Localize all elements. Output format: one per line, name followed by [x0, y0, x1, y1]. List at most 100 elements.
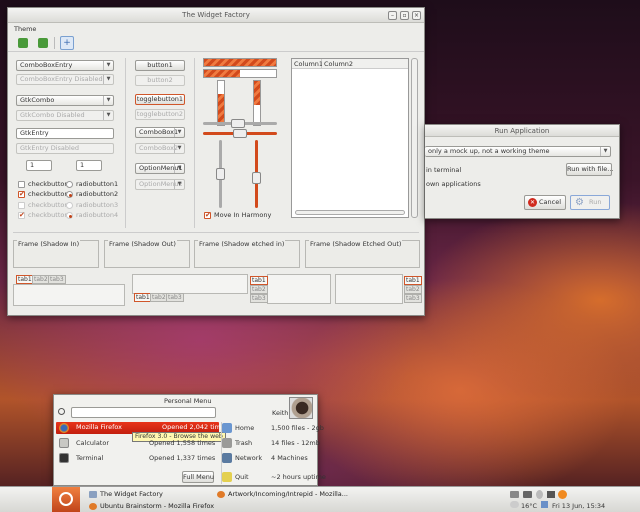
next-icon[interactable] — [38, 38, 48, 48]
hscale-2[interactable] — [203, 129, 277, 138]
combo-box-1[interactable]: ComboBox1 ▼ — [135, 127, 185, 138]
spin-button-1[interactable]: 1 — [26, 160, 52, 171]
network-tray-icon[interactable] — [510, 491, 519, 498]
radiobutton-3 — [66, 202, 73, 209]
full-menu-button[interactable]: Full Menu — [182, 471, 214, 483]
dialog-titlebar[interactable]: Run Application — [425, 125, 619, 137]
vertical-separator — [194, 58, 195, 228]
volume-tray-icon[interactable] — [547, 491, 555, 498]
checkbutton-2[interactable] — [18, 190, 25, 198]
frame-label: Frame (Shadow In) — [17, 240, 81, 248]
place-info: 14 files - 12mb — [271, 439, 320, 447]
tab-2[interactable]: tab2 — [404, 285, 422, 294]
run-in-terminal-label[interactable]: in terminal — [426, 166, 461, 174]
app-name[interactable]: Calculator — [76, 437, 109, 450]
power-tray-icon[interactable] — [523, 491, 532, 498]
notebook-left — [267, 274, 331, 304]
trash-icon — [222, 438, 232, 448]
tab-3[interactable]: tab3 — [48, 275, 66, 284]
togglebutton-2: togglebutton2 — [135, 109, 185, 120]
window-titlebar[interactable]: The Widget Factory — [8, 8, 424, 23]
update-tray-icon[interactable] — [558, 490, 567, 499]
vscale-1[interactable] — [216, 140, 225, 208]
task-firefox-brainstorm[interactable]: Ubuntu Brainstorm - Mozilla Firefox — [88, 501, 214, 512]
gtk-entry[interactable]: GtkEntry — [16, 128, 114, 139]
cancel-icon: ✕ — [528, 198, 537, 207]
button-1[interactable]: button1 — [135, 60, 185, 71]
tab-2[interactable]: tab2 — [32, 275, 50, 284]
chevron-down-icon: ▼ — [174, 180, 184, 189]
gtk-combo-disabled: GtkCombo Disabled ▼ — [16, 110, 114, 121]
notebook-bottom — [132, 274, 248, 294]
button-2: button2 — [135, 75, 185, 86]
radiobutton-4 — [66, 212, 73, 219]
toolbar-separator — [54, 37, 55, 49]
place-name[interactable]: Home — [235, 422, 254, 435]
bulb-tray-icon[interactable] — [536, 490, 543, 499]
known-applications-label[interactable]: own applications — [426, 180, 481, 188]
progress-bar-horizontal-2 — [203, 69, 277, 78]
place-name[interactable]: Network — [235, 452, 262, 465]
place-name[interactable]: Quit — [235, 471, 249, 484]
radiobutton-2-label: radiobutton2 — [76, 190, 119, 198]
combo-box-entry-disabled: ComboBoxEntry Disabled ▼ — [16, 74, 114, 85]
chevron-down-icon: ▼ — [174, 164, 184, 173]
tab-3[interactable]: tab3 — [166, 293, 184, 302]
checkbutton-1[interactable] — [18, 181, 25, 188]
move-in-harmony-label: Move In Harmony — [214, 211, 272, 219]
quit-icon — [222, 472, 232, 482]
tab-2[interactable]: tab2 — [250, 285, 268, 294]
tab-2[interactable]: tab2 — [150, 293, 168, 302]
tab-3[interactable]: tab3 — [404, 294, 422, 303]
close-icon[interactable]: × — [412, 11, 421, 20]
tab-1[interactable]: tab1 — [16, 275, 34, 284]
progress-bar-horizontal — [203, 58, 277, 67]
run-application-dialog: Run Application only a mock up, not a wo… — [425, 124, 620, 219]
task-firefox-artwork[interactable]: Artwork/Incoming/Intrepid - Mozilla... — [216, 489, 348, 500]
vscrollbar[interactable] — [411, 58, 418, 218]
previous-icon[interactable] — [18, 38, 28, 48]
gtk-combo[interactable]: GtkCombo ▼ — [16, 95, 114, 106]
frame-label: Frame (Shadow Out) — [108, 240, 177, 248]
run-with-file-button[interactable]: Run with file... — [566, 163, 613, 176]
column-header-1[interactable]: Column1 — [292, 59, 323, 69]
hscale-1[interactable] — [203, 119, 277, 128]
search-input[interactable] — [71, 407, 216, 418]
frame-label: Frame (Shadow Etched Out) — [309, 240, 403, 248]
gear-icon: ⚙ — [575, 197, 584, 208]
task-widget-factory[interactable]: The Widget Factory — [88, 489, 163, 500]
ubuntu-menu-button[interactable] — [52, 487, 80, 512]
column-header-2[interactable]: Column2 — [322, 59, 408, 69]
firefox-icon — [89, 503, 97, 510]
vscale-2[interactable] — [252, 140, 261, 208]
app-name[interactable]: Terminal — [76, 452, 103, 465]
search-icon — [58, 408, 65, 415]
clock[interactable]: Fri 13 Jun, 15:34 — [552, 502, 605, 510]
tab-1[interactable]: tab1 — [250, 276, 268, 285]
add-icon[interactable]: + — [60, 36, 74, 50]
tab-1[interactable]: tab1 — [404, 276, 422, 285]
radiobutton-4-label: radiobutton4 — [76, 211, 119, 219]
cancel-button[interactable]: ✕ Cancel — [524, 195, 566, 210]
move-in-harmony-checkbox[interactable] — [204, 211, 211, 219]
place-name[interactable]: Trash — [235, 437, 252, 450]
spin-button-2[interactable]: 1 — [76, 160, 102, 171]
place-info: 4 Machines — [271, 454, 308, 462]
hscrollbar[interactable] — [295, 210, 405, 215]
tab-3[interactable]: tab3 — [250, 294, 268, 303]
maximize-icon[interactable]: ▫ — [400, 11, 409, 20]
minimize-icon[interactable]: – — [388, 11, 397, 20]
togglebutton-1[interactable]: togglebutton1 — [135, 94, 185, 105]
app-count: Opened 1,337 times — [149, 454, 216, 462]
command-combo[interactable]: only a mock up, not a working theme ▼ — [425, 146, 611, 157]
radiobutton-2[interactable] — [66, 191, 73, 198]
radiobutton-1[interactable] — [66, 181, 73, 188]
tree-view[interactable]: Column1 Column2 — [291, 58, 409, 218]
progress-bar-vertical — [217, 80, 225, 126]
window-icon — [89, 491, 97, 498]
tab-1[interactable]: tab1 — [134, 293, 152, 302]
network-icon — [222, 453, 232, 463]
menu-theme[interactable]: Theme — [14, 25, 36, 33]
option-menu-1[interactable]: OptionMenu1 ▼ — [135, 163, 185, 174]
combo-box-entry[interactable]: ComboBoxEntry ▼ — [16, 60, 114, 71]
